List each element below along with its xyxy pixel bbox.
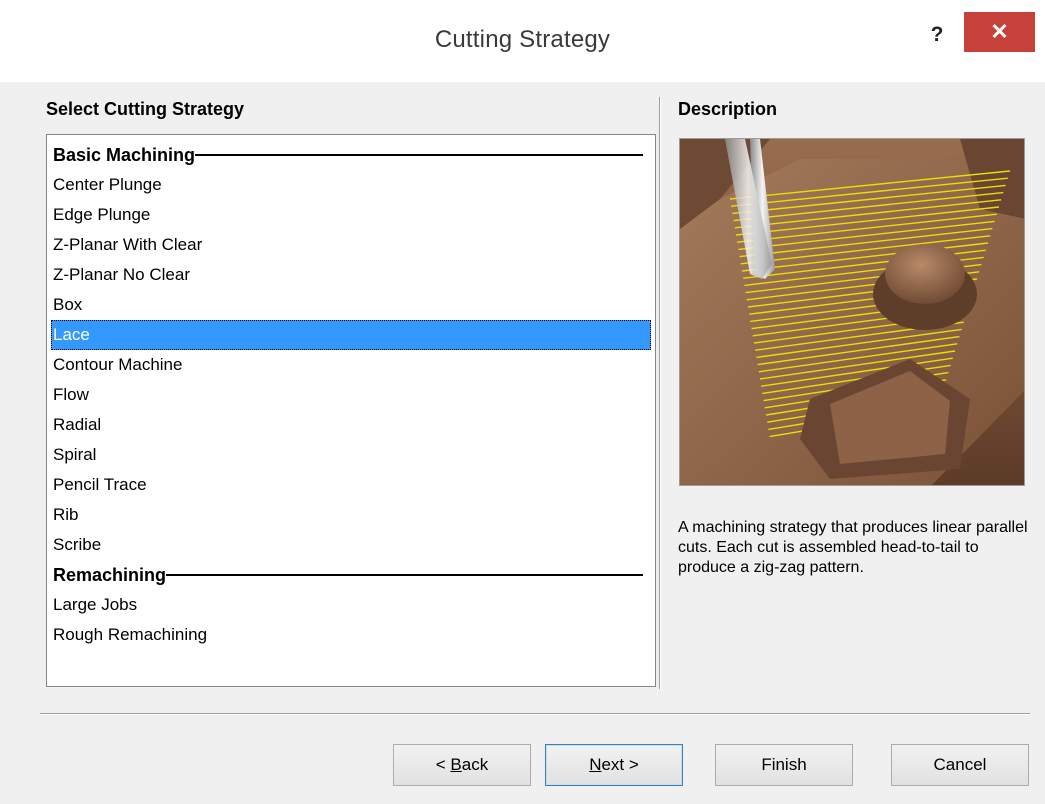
cancel-button[interactable]: Cancel <box>891 744 1029 786</box>
list-item[interactable]: Flow <box>51 380 651 410</box>
list-item[interactable]: Scribe <box>51 530 651 560</box>
list-item-label: Center Plunge <box>53 175 162 194</box>
window-title: Cutting Strategy <box>434 26 611 53</box>
list-item[interactable]: Lace <box>51 320 651 350</box>
list-item-label: Z-Planar No Clear <box>53 265 190 284</box>
help-button[interactable]: ? <box>922 20 952 50</box>
list-item[interactable]: Rib <box>51 500 651 530</box>
list-item-label: Box <box>53 295 83 314</box>
next-suffix: ext > <box>601 755 639 774</box>
back-accel-key: B <box>450 755 462 774</box>
list-item-label: Radial <box>53 415 102 434</box>
list-item[interactable]: Large Jobs <box>51 590 651 620</box>
list-item-label: Flow <box>53 385 89 404</box>
list-item[interactable]: Box <box>51 290 651 320</box>
back-button[interactable]: < Back <box>393 744 531 786</box>
vertical-divider <box>659 97 661 689</box>
close-button[interactable]: ✕ <box>964 12 1035 52</box>
list-item[interactable]: Z-Planar No Clear <box>51 260 651 290</box>
title-bar: Cutting Strategy ? ✕ <box>0 0 1045 82</box>
list-group-header: Basic Machining <box>51 140 651 170</box>
list-item[interactable]: Pencil Trace <box>51 470 651 500</box>
list-item[interactable]: Spiral <box>51 440 651 470</box>
list-item-label: Rough Remachining <box>53 625 208 644</box>
group-rule <box>166 574 643 576</box>
list-item-label: Rib <box>53 505 79 524</box>
next-accel-key: N <box>589 755 602 774</box>
list-item[interactable]: Contour Machine <box>51 350 651 380</box>
list-item[interactable]: Edge Plunge <box>51 200 651 230</box>
back-prefix: < <box>435 755 451 774</box>
next-button[interactable]: Next > <box>545 744 683 786</box>
list-item[interactable]: Radial <box>51 410 651 440</box>
group-rule <box>195 154 643 156</box>
strategy-preview-image <box>679 138 1025 486</box>
back-suffix: ack <box>461 755 489 774</box>
list-item[interactable]: Center Plunge <box>51 170 651 200</box>
list-item-label: Large Jobs <box>53 595 138 614</box>
list-item-label: Scribe <box>53 535 102 554</box>
list-item-label: Edge Plunge <box>53 205 151 224</box>
list-item-label: Z-Planar With Clear <box>53 235 203 254</box>
list-item-label: Spiral <box>53 445 97 464</box>
finish-button[interactable]: Finish <box>715 744 853 786</box>
list-item-label: Contour Machine <box>53 355 183 374</box>
list-item[interactable]: Rough Remachining <box>51 620 651 650</box>
description-heading: Description <box>678 99 778 119</box>
description-text: A machining strategy that produces linea… <box>678 519 1028 576</box>
list-item-label: Remachining <box>53 565 167 585</box>
list-group-header: Remachining <box>51 560 651 590</box>
strategy-listbox[interactable]: Basic Machining Center Plunge Edge Plunge Z… <box>46 134 656 687</box>
list-item[interactable]: Z-Planar With Clear <box>51 230 651 260</box>
list-item-label: Pencil Trace <box>53 475 147 494</box>
horizontal-divider <box>40 713 1030 715</box>
list-item-label: Basic Machining <box>53 145 196 165</box>
list-item-label: Lace <box>53 325 90 344</box>
select-strategy-heading: Select Cutting Strategy <box>46 99 245 119</box>
